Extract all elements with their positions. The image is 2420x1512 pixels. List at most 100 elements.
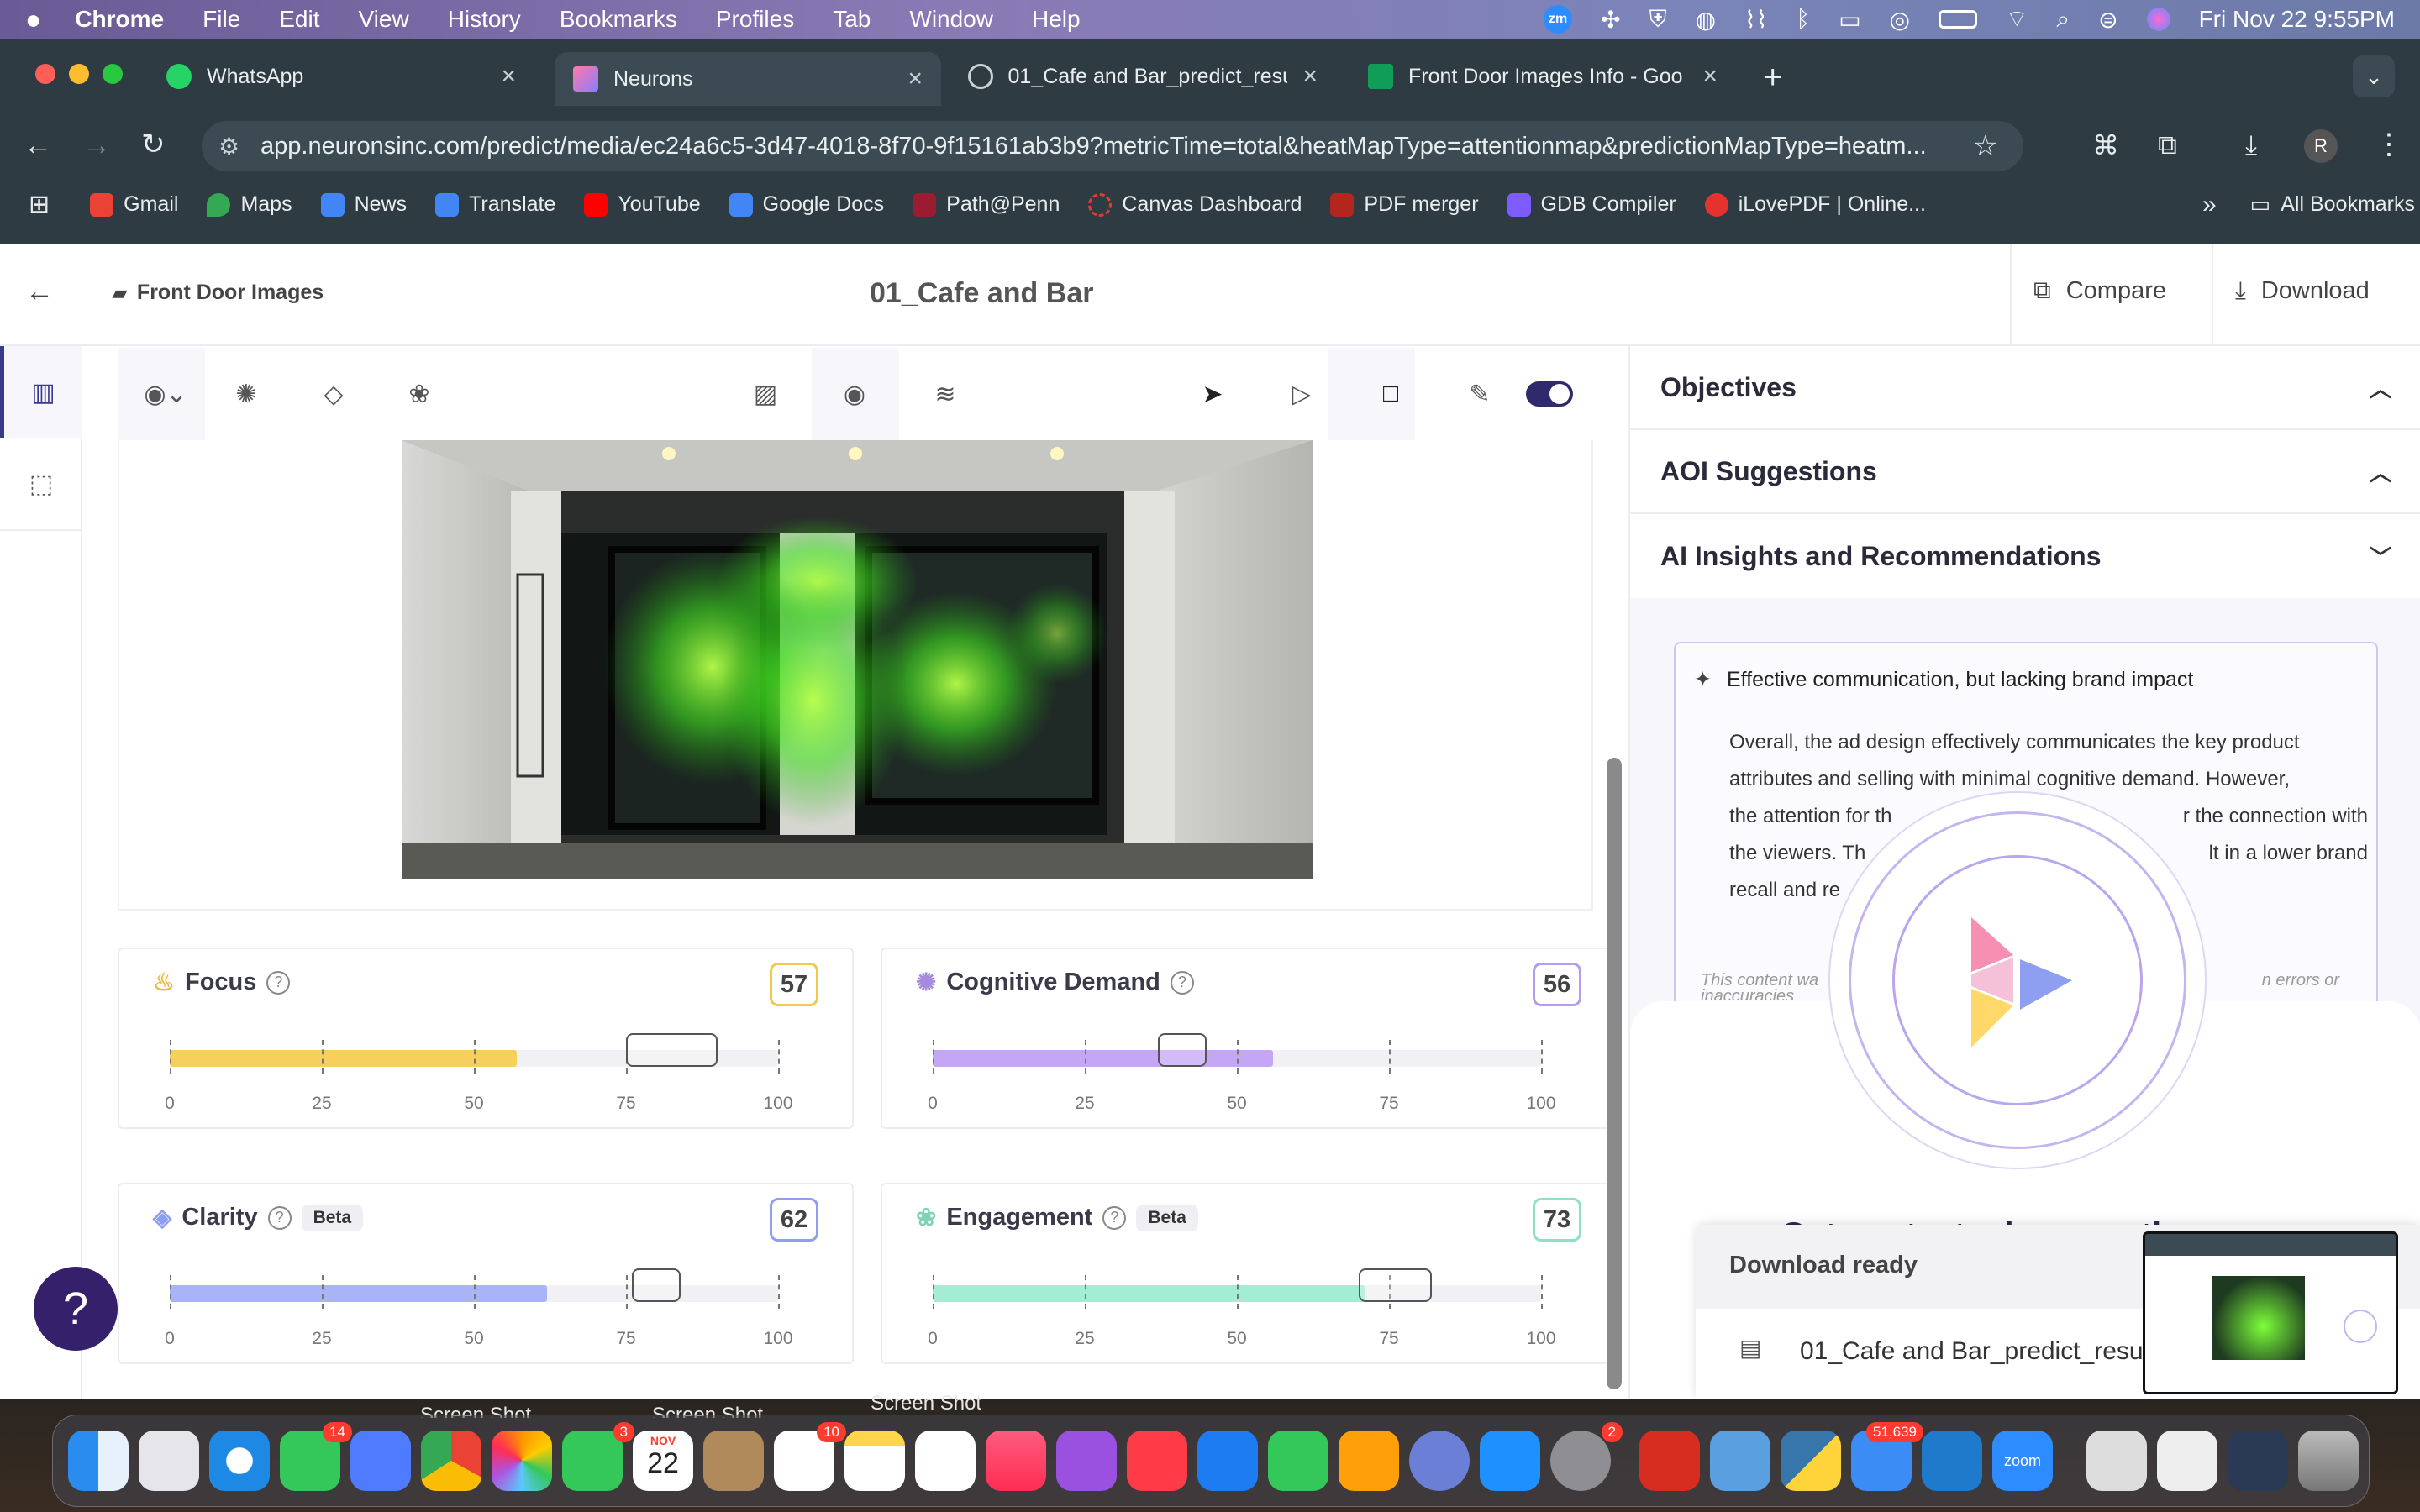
screenshot-thumbnail[interactable] [2143, 1231, 2398, 1394]
recent-document-icon[interactable] [2228, 1431, 2288, 1491]
acrobat-icon[interactable] [1639, 1431, 1700, 1491]
photos-icon[interactable] [492, 1431, 552, 1491]
podcasts-icon[interactable] [1056, 1431, 1117, 1491]
translate-icon[interactable]: ⌘ [2092, 129, 2119, 161]
forward-icon[interactable]: → [82, 129, 111, 162]
safari-icon[interactable] [209, 1431, 270, 1491]
close-tab-icon[interactable]: × [1302, 62, 1318, 91]
zoom-status-icon[interactable]: zm [1544, 5, 1573, 34]
help-icon[interactable]: ? [267, 1205, 292, 1230]
music-icon[interactable] [986, 1431, 1046, 1491]
attention-view-icon[interactable]: ◉⌄ [144, 373, 187, 415]
pointer-tool-icon[interactable]: ▷ [1281, 373, 1323, 415]
reminders-icon[interactable]: 10 [774, 1422, 846, 1491]
control-center-icon[interactable]: ⊜ [2098, 6, 2118, 34]
tab-whatsapp[interactable]: WhatsApp × [148, 55, 534, 97]
menu-app-name[interactable]: Chrome [75, 6, 164, 33]
apple-icon[interactable]: ● [25, 4, 41, 35]
heatmap-icon[interactable]: ◉ [834, 373, 876, 415]
tab-neurons[interactable]: Neurons × [555, 52, 941, 106]
maximize-window-button[interactable] [103, 64, 123, 84]
reload-icon[interactable]: ↻ [141, 128, 166, 161]
vscode-icon[interactable] [1922, 1431, 1982, 1491]
select-tool-icon[interactable]: ➤ [1192, 373, 1234, 415]
tab-predict-results[interactable]: 01_Cafe and Bar_predict_resu × [950, 55, 1336, 97]
bookmark-ilovepdf[interactable]: iLovePDF | Online... [1704, 192, 1926, 217]
benchmark-range[interactable] [632, 1268, 681, 1302]
drone-icon[interactable]: ✣ [1601, 6, 1620, 34]
accordion-objectives[interactable]: Objectives ︿ [1630, 346, 2420, 430]
finder-icon[interactable] [68, 1431, 129, 1491]
menu-profiles[interactable]: Profiles [716, 6, 794, 33]
zoom-app-icon[interactable]: zoom [1992, 1431, 2053, 1491]
pages-icon[interactable] [1339, 1431, 1399, 1491]
downloads-icon[interactable]: ⤓ [2245, 129, 2257, 161]
clock[interactable]: Fri Nov 22 9:55PM [2199, 6, 2395, 33]
bookmark-google-docs[interactable]: Google Docs [729, 192, 884, 217]
heatmap-image[interactable] [402, 440, 1313, 879]
bookmark-gdb[interactable]: GDB Compiler [1507, 192, 1676, 217]
clarity-view-icon[interactable]: ◇ [313, 373, 355, 415]
url-text[interactable]: app.neuronsinc.com/predict/media/ec24a6c… [260, 133, 1941, 160]
r-app-icon[interactable] [1409, 1431, 1470, 1491]
help-icon[interactable]: ? [266, 970, 291, 995]
close-window-button[interactable] [35, 64, 55, 84]
apps-grid-icon[interactable]: ⊞ [29, 190, 50, 219]
trash-icon[interactable] [2298, 1431, 2359, 1491]
preview-icon[interactable] [1710, 1431, 1770, 1491]
launchpad-icon[interactable] [139, 1431, 199, 1491]
wifi-icon[interactable]: ⌔ [2006, 5, 2028, 34]
bookmark-maps[interactable]: Maps [207, 192, 292, 217]
pen-tool-icon[interactable]: ✎ [1459, 373, 1501, 415]
news-app-icon[interactable] [1127, 1431, 1187, 1491]
maps-app-icon[interactable] [350, 1431, 411, 1491]
back-arrow-icon[interactable]: ← [25, 276, 54, 308]
download-button[interactable]: ⤓ Download [2235, 277, 2370, 305]
engagement-view-icon[interactable]: ❀ [398, 373, 440, 415]
bluetooth-icon[interactable]: ᛒ [1796, 6, 1810, 33]
airpods-icon[interactable]: ⌇⌇ [1744, 6, 1767, 34]
rectangle-tool-icon[interactable]: □ [1370, 373, 1412, 415]
recent-document-icon[interactable] [2157, 1431, 2217, 1491]
chrome-app-icon[interactable] [421, 1431, 481, 1491]
minimize-window-button[interactable] [69, 64, 89, 84]
accordion-ai-insights[interactable]: AI Insights and Recommendations ﹀ [1630, 514, 2420, 598]
notes-icon[interactable] [844, 1431, 905, 1491]
freeform-icon[interactable] [915, 1431, 976, 1491]
record-icon[interactable]: ◍ [1696, 6, 1716, 34]
back-icon[interactable]: ← [24, 129, 52, 162]
bookmark-translate[interactable]: Translate [435, 192, 555, 217]
help-icon[interactable]: ? [1102, 1205, 1127, 1230]
tab-sheets[interactable]: Front Door Images Info - Goo × [1349, 55, 1736, 97]
shield-icon[interactable]: ⛨ [1649, 6, 1667, 34]
calendar-icon[interactable]: NOV 22 [633, 1431, 693, 1491]
close-tab-icon[interactable]: × [501, 62, 516, 91]
bookmark-gmail[interactable]: Gmail [90, 192, 178, 217]
search-icon[interactable]: ⌕ [2056, 6, 2070, 34]
bookmark-canvas[interactable]: Canvas Dashboard [1088, 192, 1302, 217]
help-chat-button[interactable]: ? [34, 1267, 118, 1351]
aoi-tab-icon[interactable]: ⬚ [0, 438, 82, 531]
cognitive-view-icon[interactable]: ✺ [225, 373, 267, 415]
original-image-icon[interactable]: ▨ [744, 373, 786, 415]
menu-view[interactable]: View [359, 6, 409, 33]
bookmark-youtube[interactable]: YouTube [584, 192, 701, 217]
tab-search-icon[interactable]: ⌄ [2353, 55, 2395, 97]
recent-document-icon[interactable] [2086, 1431, 2147, 1491]
bookmark-pdf-merger[interactable]: PDF merger [1330, 192, 1479, 217]
menu-history[interactable]: History [448, 6, 521, 33]
menu-tab[interactable]: Tab [833, 6, 871, 33]
keynote-icon[interactable] [1197, 1431, 1258, 1491]
close-tab-icon[interactable]: × [908, 65, 923, 93]
fog-map-icon[interactable]: ≋ [924, 373, 966, 415]
download-filename[interactable]: 01_Cafe and Bar_predict_result [1800, 1337, 2156, 1366]
desktop-file-label[interactable]: Screen Shot [871, 1394, 981, 1413]
compare-button[interactable]: ⧉ Compare [2033, 277, 2166, 305]
airdrop-icon[interactable]: ◎ [1890, 6, 1910, 34]
bookmark-path-penn[interactable]: Path@Penn [913, 192, 1060, 217]
numbers-icon[interactable] [1268, 1431, 1328, 1491]
siri-icon[interactable] [2146, 8, 2170, 31]
menu-window[interactable]: Window [909, 6, 993, 33]
menu-edit[interactable]: Edit [279, 6, 319, 33]
benchmark-range[interactable] [626, 1033, 718, 1067]
